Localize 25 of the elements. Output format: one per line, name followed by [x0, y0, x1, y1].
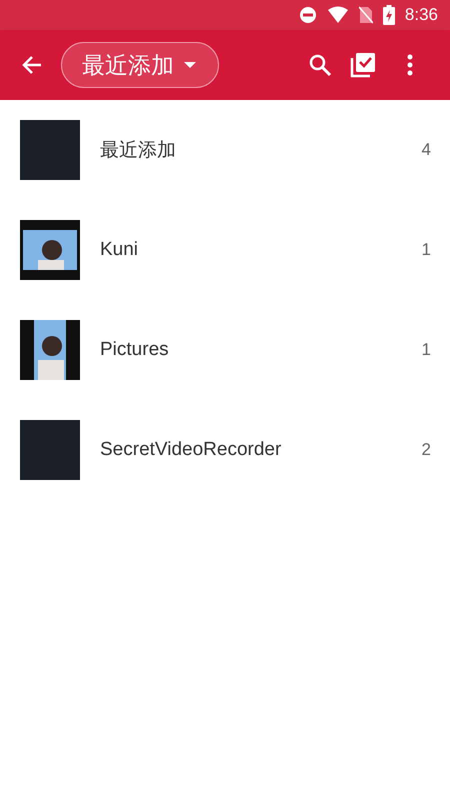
album-menu-item[interactable]: Kuni 1: [0, 200, 450, 300]
item-count: 1: [422, 340, 431, 360]
do-not-disturb-icon: [298, 6, 317, 24]
album-name: Kuni: [100, 239, 140, 261]
album-menu-item[interactable]: SecretVideoRecorder 2: [0, 400, 450, 500]
album-dropdown[interactable]: 最近添加: [61, 42, 219, 88]
no-sim-icon: [358, 6, 373, 24]
album-cover: [20, 420, 80, 480]
more-options-icon[interactable]: [406, 53, 414, 77]
item-count: 2: [422, 440, 431, 460]
album-name: 最近添加: [100, 139, 177, 163]
search-icon[interactable]: [308, 53, 332, 77]
wifi-icon: [326, 6, 349, 24]
album-name: Pictures: [100, 339, 170, 361]
select-all-icon[interactable]: [350, 52, 376, 78]
battery-charging-icon: [382, 5, 395, 25]
clock-time: 8:36: [404, 5, 438, 25]
caret-icon: [184, 62, 196, 68]
album-cover: [20, 120, 80, 180]
album-menu-item[interactable]: Pictures 1: [0, 300, 450, 400]
item-count: 1: [422, 240, 431, 260]
album-name: SecretVideoRecorder: [100, 439, 282, 461]
back-arrow-icon[interactable]: [21, 54, 43, 76]
item-count: 4: [422, 140, 431, 160]
album-menu-item[interactable]: 最近添加 4: [0, 100, 450, 200]
